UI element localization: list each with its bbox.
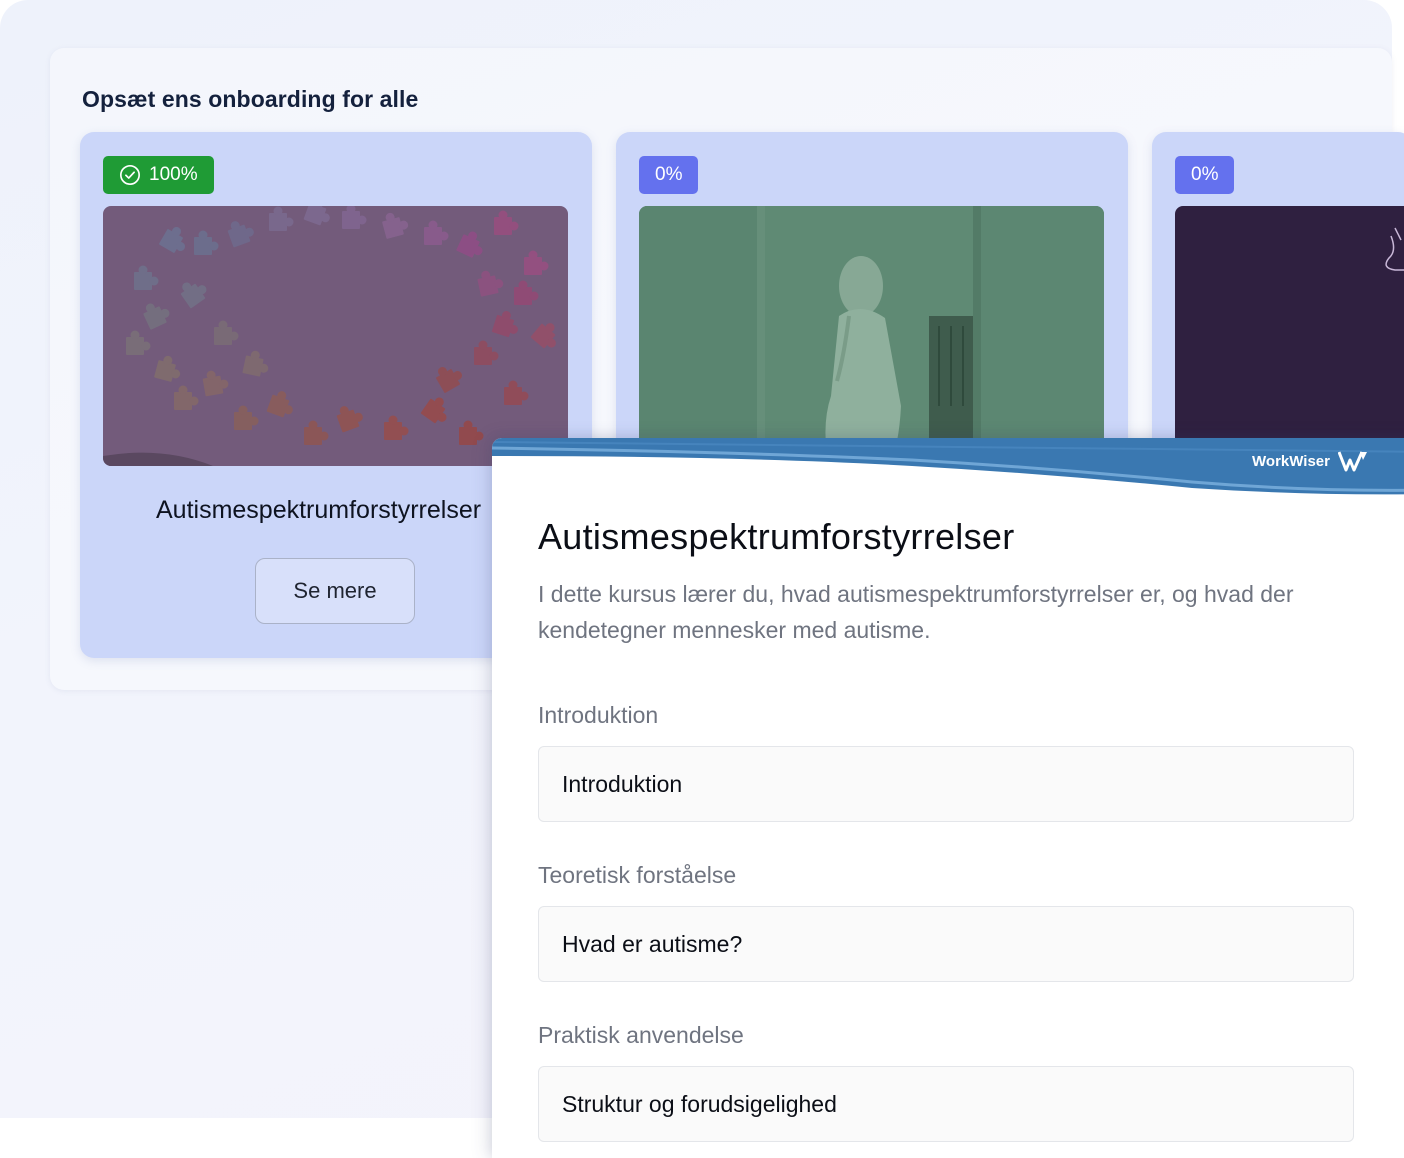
course-thumbnail-person — [639, 206, 1104, 466]
progress-badge-label: 0% — [655, 164, 683, 185]
progress-badge-label: 0% — [1191, 164, 1219, 185]
course-description: I dette kursus lærer du, hvad autismespe… — [538, 581, 1294, 643]
panel-title: Opsæt ens onboarding for alle — [82, 86, 419, 112]
brand: WorkWiser — [1252, 450, 1368, 472]
lesson-item-intro[interactable]: Introduktion — [538, 746, 1354, 822]
course-detail-sheet: WorkWiser Autismespektrumforstyrrelser I… — [492, 438, 1404, 1158]
lesson-item-structure[interactable]: Struktur og forudsigelighed — [538, 1066, 1354, 1142]
course-thumbnail-puzzle — [103, 206, 568, 466]
section-label-intro: Introduktion — [538, 702, 659, 728]
see-more-button[interactable]: Se mere — [255, 558, 415, 624]
progress-badge: 100% — [103, 156, 214, 194]
course-detail-title: Autismespektrumforstyrrelser — [538, 516, 1015, 557]
section-label-theory: Teoretisk forståelse — [538, 862, 737, 888]
lesson-item-what-is-autism[interactable]: Hvad er autisme? — [538, 906, 1354, 982]
workwiser-logo-icon — [1338, 451, 1367, 472]
progress-badge: 0% — [1175, 156, 1235, 194]
course-thumbnail-dark — [1175, 206, 1404, 466]
check-circle-icon — [120, 165, 140, 185]
sheet-header: WorkWiser — [492, 438, 1404, 498]
brand-name: WorkWiser — [1252, 452, 1330, 470]
progress-badge: 0% — [639, 156, 699, 194]
progress-badge-label: 100% — [149, 164, 198, 185]
section-label-practice: Praktisk anvendelse — [538, 1022, 744, 1048]
